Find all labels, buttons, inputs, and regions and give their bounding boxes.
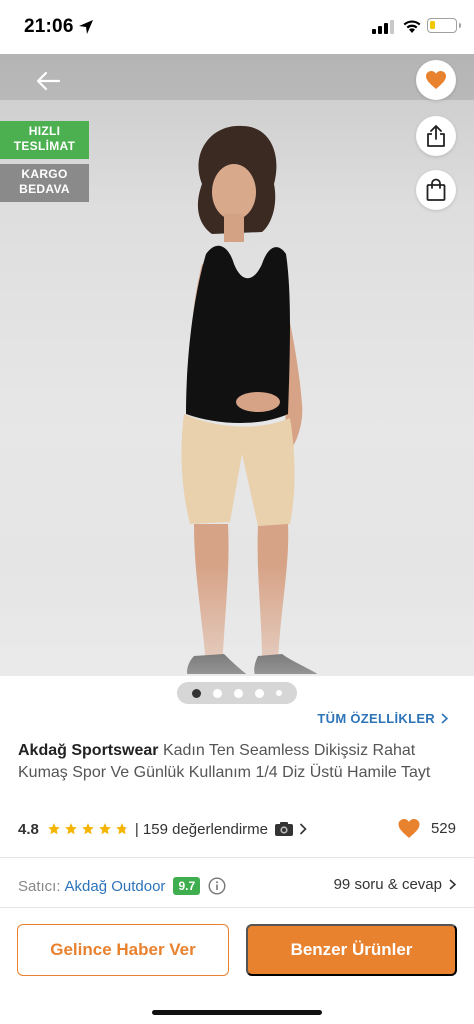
status-bar: 21:06: [0, 0, 474, 54]
qa-label: 99 soru & cevap: [333, 876, 442, 893]
review-count: | 159 değerlendirme: [134, 820, 269, 838]
chevron-right-icon: [449, 879, 456, 890]
rating-stars: [47, 822, 129, 836]
star-icon: [65, 823, 77, 835]
heart-icon: [426, 71, 446, 89]
seller-name-link[interactable]: Akdağ Outdoor: [65, 878, 166, 895]
star-icon: [99, 823, 111, 835]
all-features-link[interactable]: TÜM ÖZELLİKLER: [317, 711, 448, 726]
battery-icon: [427, 18, 461, 33]
star-icon: [82, 823, 94, 835]
favorite-button[interactable]: [416, 60, 456, 100]
cellular-signal-icon: [372, 20, 394, 34]
location-arrow-icon: [79, 20, 93, 34]
carousel-dot[interactable]: [276, 690, 282, 696]
star-icon: [48, 823, 60, 835]
info-icon[interactable]: [208, 877, 226, 895]
all-features-label: TÜM ÖZELLİKLER: [317, 711, 435, 726]
product-title: Akdağ Sportswear Kadın Ten Seamless Diki…: [18, 740, 458, 784]
favorites-count-value: 529: [430, 820, 456, 837]
share-button[interactable]: [416, 116, 456, 156]
carousel-dot[interactable]: [192, 688, 201, 698]
status-time: 21:06: [24, 16, 74, 37]
rating-value: 4.8: [18, 820, 39, 838]
fast-delivery-badge: HIZLI TESLİMAT: [0, 121, 89, 159]
add-to-cart-button[interactable]: [416, 170, 456, 210]
image-top-band: [0, 54, 474, 100]
product-image-gallery[interactable]: HIZLI TESLİMAT KARGO BEDAVA: [0, 54, 474, 676]
questions-answers-link[interactable]: 99 soru & cevap: [334, 876, 456, 893]
product-brand[interactable]: Akdağ Sportswear: [18, 742, 158, 759]
free-cargo-badge-line1: KARGO: [21, 167, 68, 181]
similar-products-button[interactable]: Benzer Ürünler: [246, 924, 457, 976]
back-button[interactable]: [32, 68, 64, 94]
shopping-bag-icon: [426, 178, 446, 201]
camera-icon: [275, 822, 294, 836]
fast-delivery-badge-line2: TESLİMAT: [13, 139, 76, 153]
notify-when-available-button[interactable]: Gelince Haber Ver: [17, 924, 229, 976]
star-half-icon: [116, 823, 128, 835]
fast-delivery-badge-line1: HIZLI: [28, 124, 61, 138]
image-floor-shadow: [0, 566, 474, 676]
carousel-dot[interactable]: [234, 688, 243, 698]
battery-level: [430, 21, 435, 29]
wifi-icon: [403, 20, 421, 33]
seller-score-badge: 9.7: [173, 877, 201, 895]
chevron-right-icon: [441, 713, 448, 724]
seller-label: Satıcı:: [18, 877, 61, 895]
divider: [0, 857, 474, 858]
share-icon: [427, 125, 445, 147]
back-arrow-icon: [36, 71, 61, 91]
carousel-dot[interactable]: [213, 688, 222, 698]
free-cargo-badge-line2: BEDAVA: [19, 182, 70, 196]
free-cargo-badge: KARGO BEDAVA: [0, 164, 89, 202]
image-carousel-indicator[interactable]: [177, 682, 297, 704]
carousel-dot[interactable]: [255, 688, 264, 698]
home-indicator[interactable]: [152, 1010, 322, 1015]
rating-summary[interactable]: 4.8 | 159 değerlendirme: [18, 818, 458, 840]
chevron-right-icon: [299, 823, 307, 835]
heart-icon: [398, 819, 420, 838]
divider: [0, 907, 474, 908]
favorites-count[interactable]: 529: [397, 818, 456, 839]
